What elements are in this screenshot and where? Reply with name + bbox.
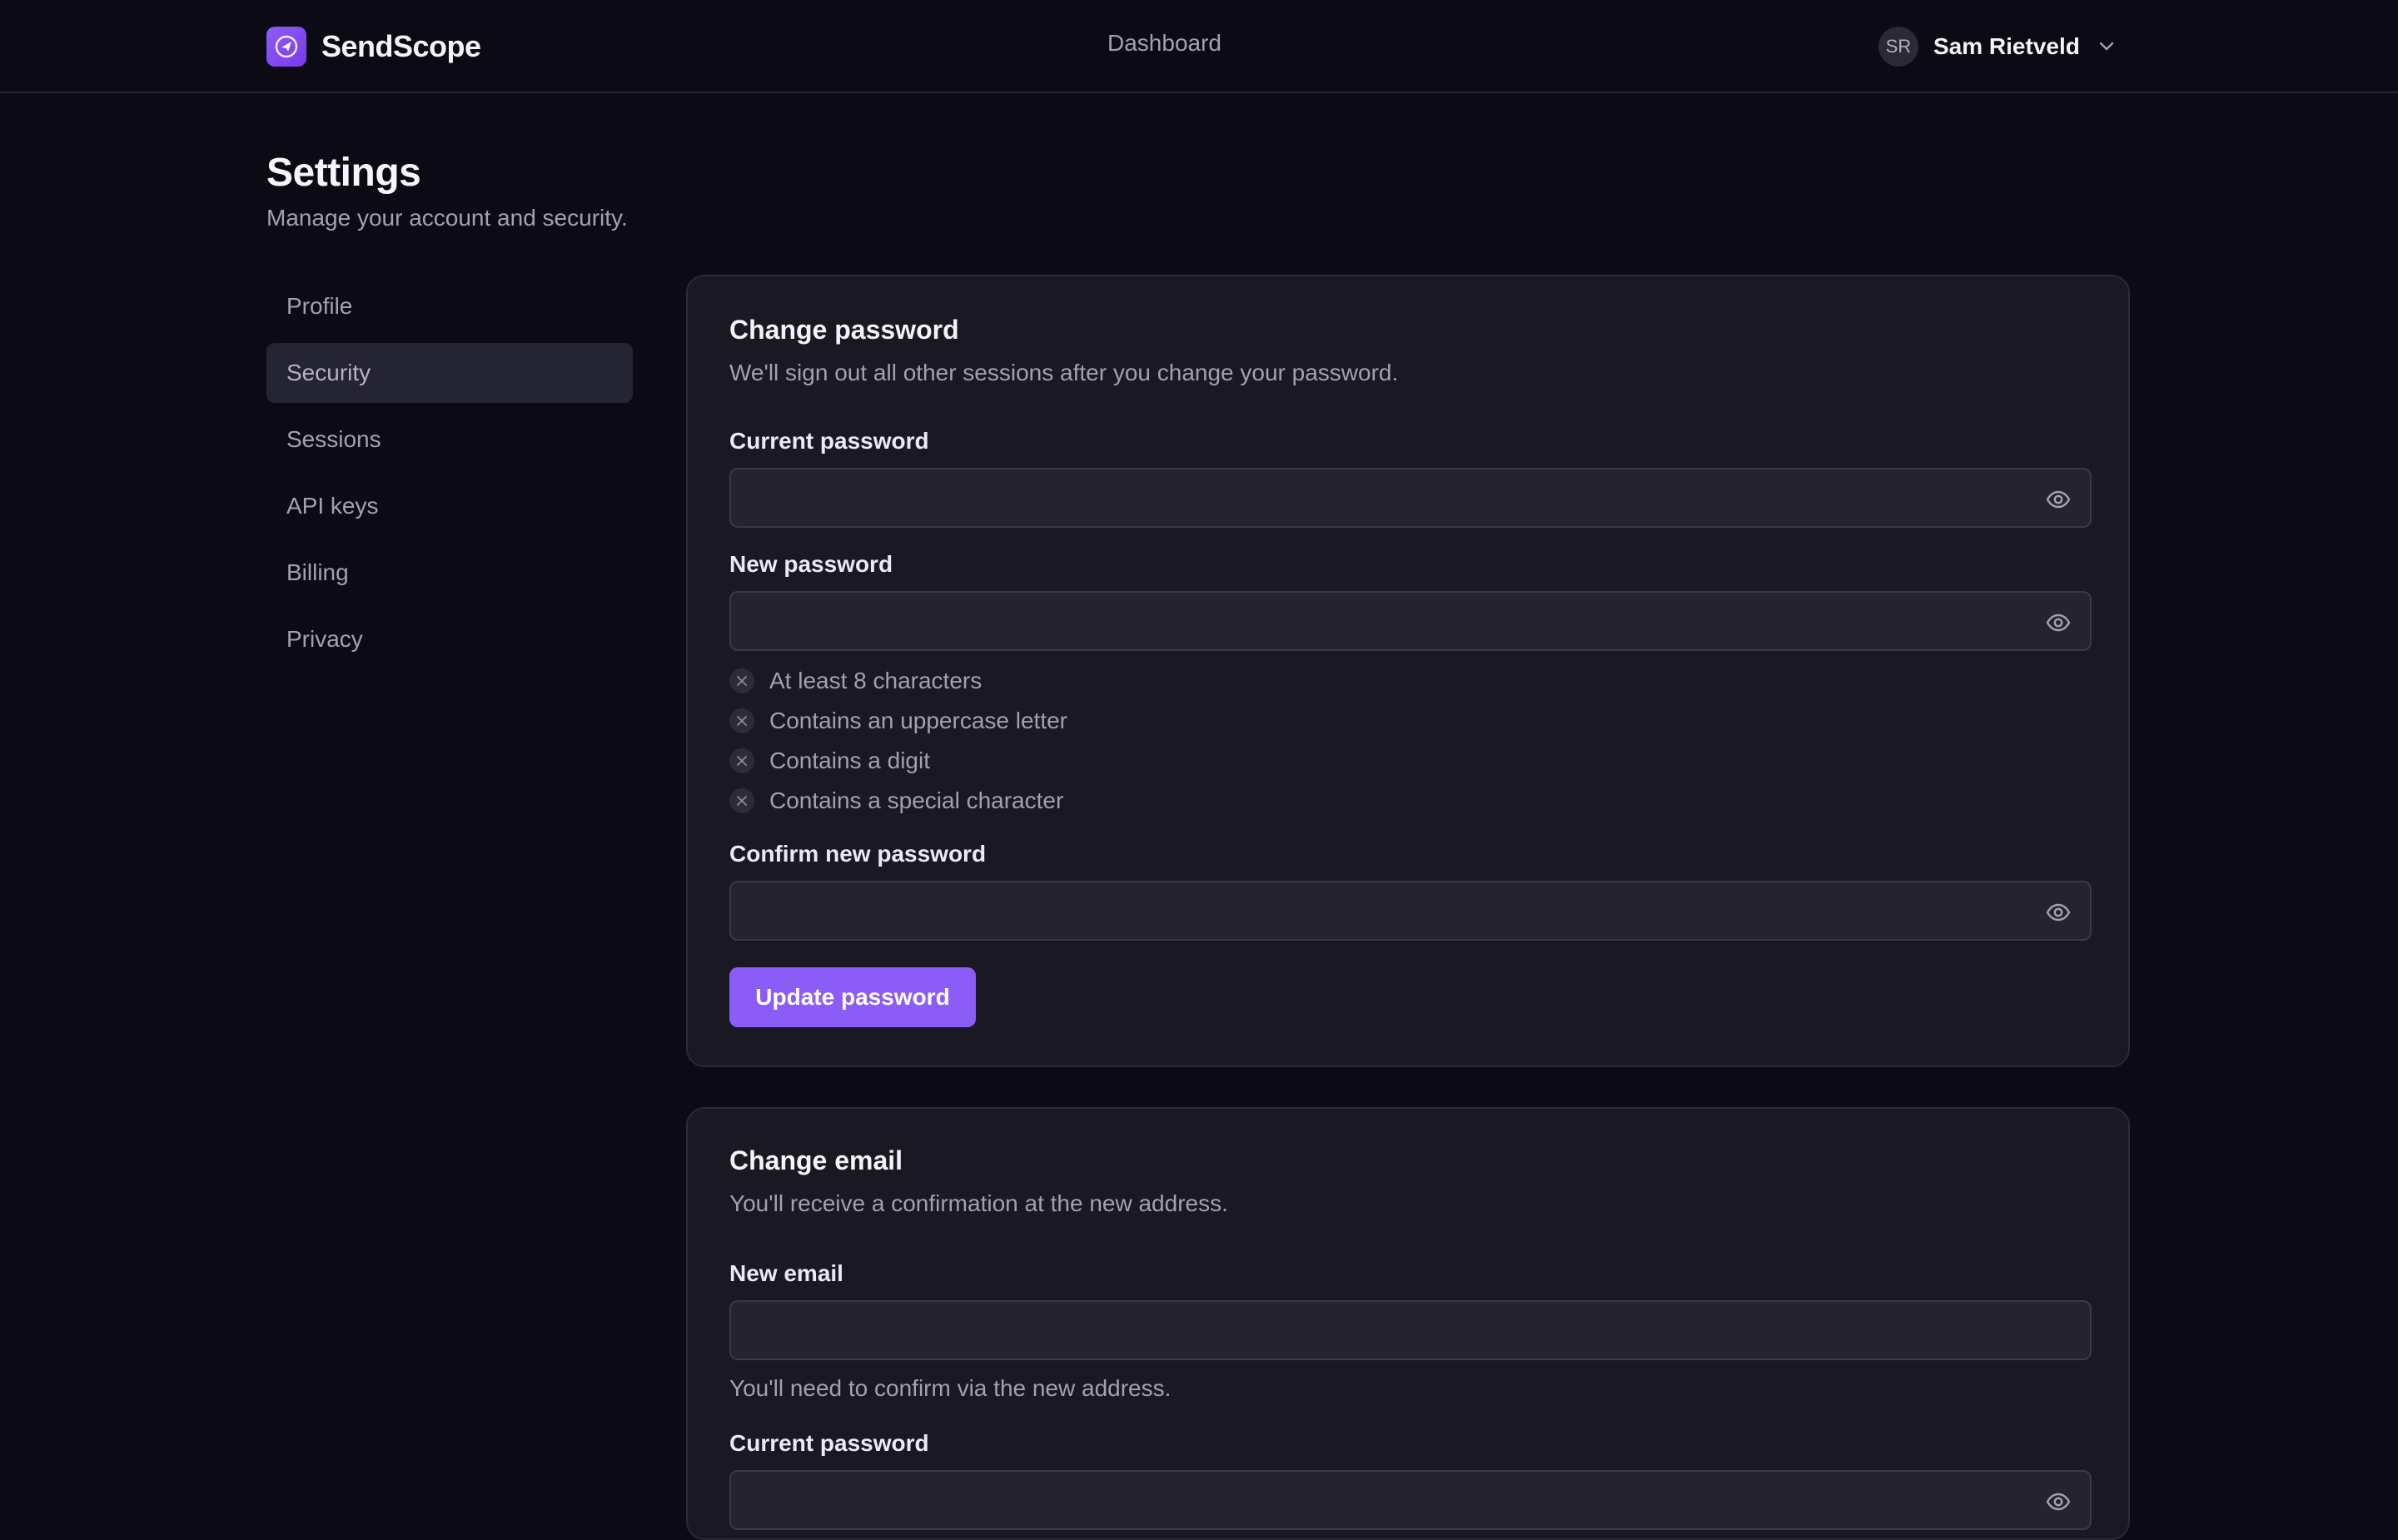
requirement-item: Contains a special character <box>729 786 1063 816</box>
x-icon <box>729 748 754 773</box>
brand[interactable]: SendScope <box>266 26 481 67</box>
requirement-item: Contains an uppercase letter <box>729 706 1067 736</box>
new-email-input[interactable] <box>729 1300 2092 1360</box>
requirement-item: Contains a digit <box>729 746 930 776</box>
eye-icon[interactable] <box>2045 486 2072 513</box>
update-password-button[interactable]: Update password <box>729 967 976 1027</box>
requirement-text: At least 8 characters <box>769 668 983 693</box>
eye-icon[interactable] <box>2045 899 2072 926</box>
requirement-text: Contains a special character <box>769 787 1064 813</box>
requirement-text: Contains an uppercase letter <box>769 708 1067 733</box>
top-navbar: SendScope Dashboard SR Sam Rietveld <box>0 0 2398 93</box>
field-hint: You'll need to confirm via the new addre… <box>729 1375 1172 1401</box>
sidebar-item-billing[interactable]: Billing <box>266 543 633 603</box>
brand-name: SendScope <box>321 29 481 63</box>
send-compass-icon <box>266 27 306 67</box>
change-email-card: Change email You'll receive a confirmati… <box>686 1107 2130 1540</box>
new-password-input[interactable] <box>729 591 2092 651</box>
page-title: Settings <box>266 151 421 195</box>
card-description: We'll sign out all other sessions after … <box>729 360 1399 385</box>
nav-link-dashboard[interactable]: Dashboard <box>1107 30 1221 57</box>
current-password-label: Current password <box>729 1430 929 1456</box>
current-password-label: Current password <box>729 428 929 454</box>
current-password-input[interactable] <box>729 1470 2092 1530</box>
card-description: You'll receive a confirmation at the new… <box>729 1190 1228 1216</box>
user-menu[interactable]: SR Sam Rietveld <box>1878 27 2115 67</box>
chevron-down-icon <box>2098 42 2115 52</box>
user-name: Sam Rietveld <box>1933 33 2080 59</box>
confirm-password-label: Confirm new password <box>729 841 987 867</box>
new-email-label: New email <box>729 1260 843 1286</box>
x-icon <box>729 708 754 733</box>
x-icon <box>729 668 754 693</box>
requirement-text: Contains a digit <box>769 748 931 773</box>
sidebar-item-sessions[interactable]: Sessions <box>266 410 633 469</box>
avatar: SR <box>1878 27 1918 67</box>
eye-icon[interactable] <box>2045 1488 2072 1515</box>
new-password-label: New password <box>729 551 893 577</box>
sidebar-item-privacy[interactable]: Privacy <box>266 609 633 669</box>
x-icon <box>729 788 754 813</box>
requirement-item: At least 8 characters <box>729 666 982 696</box>
current-password-input[interactable] <box>729 468 2092 528</box>
page-subtitle: Manage your account and security. <box>266 205 628 231</box>
change-password-card: Change password We'll sign out all other… <box>686 275 2130 1067</box>
eye-icon[interactable] <box>2045 609 2072 636</box>
settings-sidebar: Profile Security Sessions API keys Billi… <box>266 276 633 676</box>
sidebar-item-security[interactable]: Security <box>266 343 633 403</box>
confirm-password-input[interactable] <box>729 881 2092 941</box>
card-title: Change email <box>729 1145 903 1175</box>
card-title: Change password <box>729 315 959 345</box>
sidebar-item-api-keys[interactable]: API keys <box>266 476 633 536</box>
sidebar-item-profile[interactable]: Profile <box>266 276 633 336</box>
